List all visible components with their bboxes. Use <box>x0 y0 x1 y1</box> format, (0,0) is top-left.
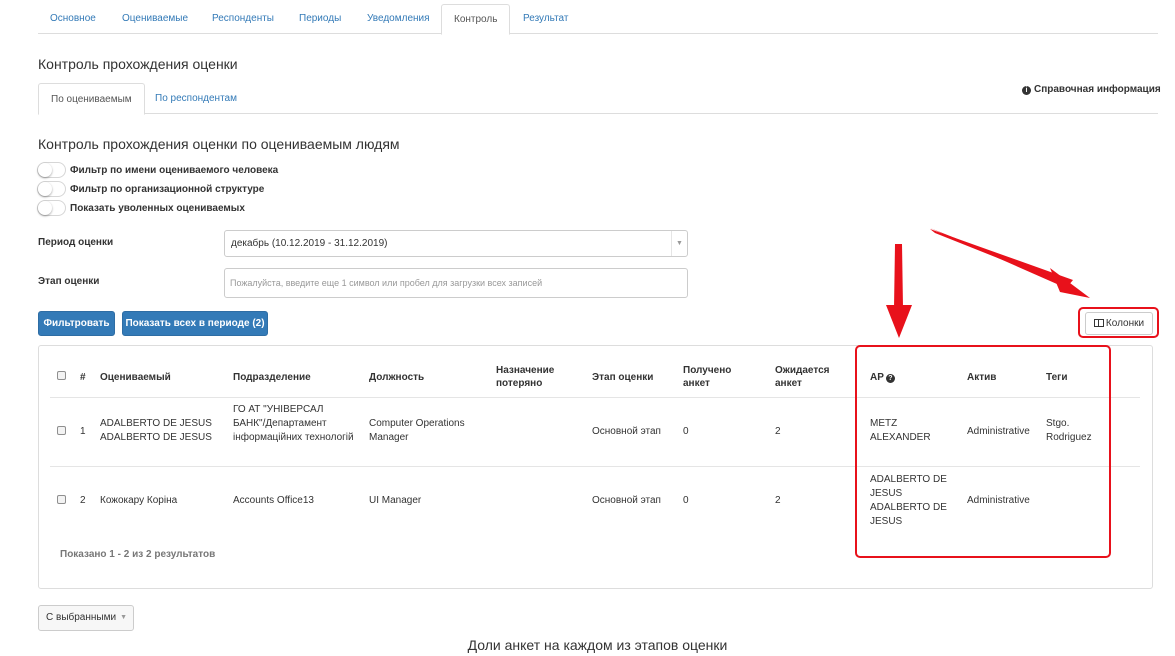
show-dismissed-label: Показать уволенных оцениваемых <box>70 202 245 214</box>
row-department: Accounts Office13 <box>233 495 314 506</box>
toggle-knob <box>38 182 52 196</box>
header-department[interactable]: Подразделение <box>233 371 311 384</box>
period-select-value: декабрь (10.12.2019 - 31.12.2019) <box>231 238 388 249</box>
header-stage[interactable]: Этап оценки <box>592 371 653 384</box>
subtab-by-respondents[interactable]: По респондентам <box>143 83 249 114</box>
toggle-row-org-filter: Фильтр по организационной структуре <box>37 181 264 197</box>
toggle-knob <box>38 163 52 177</box>
row-checkbox[interactable] <box>57 495 66 504</box>
toggle-knob <box>38 201 52 215</box>
reference-info-label: Справочная информация <box>1034 84 1161 95</box>
bulk-action-dropdown[interactable]: С выбранными ▼ <box>38 605 134 631</box>
period-label: Период оценки <box>38 237 114 248</box>
row-evaluated: Кожокару Коріна <box>100 495 178 506</box>
info-icon: i <box>1022 86 1031 95</box>
row-department: ГО АТ "УНІВЕРСАЛ БАНК"/Департамент інфор… <box>233 404 354 443</box>
toggle-row-dismissed: Показать уволенных оцениваемых <box>37 200 245 216</box>
toggle-row-name-filter: Фильтр по имени оцениваемого человека <box>37 162 278 178</box>
tab-respondents[interactable]: Респонденты <box>200 4 286 34</box>
name-filter-toggle[interactable] <box>37 162 66 178</box>
tab-periods[interactable]: Периоды <box>287 4 353 34</box>
period-select[interactable]: декабрь (10.12.2019 - 31.12.2019) ▼ <box>224 230 688 257</box>
tab-notifications[interactable]: Уведомления <box>355 4 442 34</box>
header-position[interactable]: Должность <box>369 371 424 384</box>
header-num: # <box>80 372 86 383</box>
tab-control[interactable]: Контроль <box>441 4 511 35</box>
row-stage: Основной этап <box>592 426 661 437</box>
chevron-down-icon: ▼ <box>671 231 687 256</box>
header-assignment-lost[interactable]: Назначение потеряно <box>496 364 576 390</box>
section-title: Контроль прохождения оценки <box>38 56 238 72</box>
sub-tabs: По оцениваемым По респондентам <box>38 83 1158 115</box>
row-expected: 2 <box>775 426 781 437</box>
columns-highlight-box <box>1078 307 1159 338</box>
arrow-to-columns-button <box>930 228 1090 298</box>
bulk-action-label: С выбранными <box>46 612 117 623</box>
new-columns-highlight-box <box>855 345 1111 558</box>
row-checkbox[interactable] <box>57 426 66 435</box>
bottom-heading: Доли анкет на каждом из этапов оценки <box>467 637 728 653</box>
row-position: UI Manager <box>369 495 422 506</box>
row-evaluated: ADALBERTO DE JESUS ADALBERTO DE JESUS <box>100 418 212 443</box>
row-num: 1 <box>80 426 86 437</box>
subtab-by-evaluated[interactable]: По оцениваемым <box>38 83 145 115</box>
org-structure-filter-label: Фильтр по организационной структуре <box>70 183 265 195</box>
org-structure-filter-toggle[interactable] <box>37 181 66 197</box>
arrow-to-ap-column <box>886 244 912 338</box>
name-filter-label: Фильтр по имени оцениваемого человека <box>70 164 279 176</box>
tab-result[interactable]: Результат <box>511 4 580 34</box>
filter-button[interactable]: Фильтровать <box>38 311 115 336</box>
subsection-title: Контроль прохождения оценки по оцениваем… <box>38 136 400 152</box>
show-all-in-period-button[interactable]: Показать всех в периоде (2) <box>122 311 268 336</box>
header-evaluated[interactable]: Оцениваемый <box>100 371 171 384</box>
header-received[interactable]: Получено анкет <box>683 364 749 390</box>
row-received: 0 <box>683 495 689 506</box>
reference-info-link[interactable]: i Справочная информация <box>1022 84 1161 95</box>
show-dismissed-toggle[interactable] <box>37 200 66 216</box>
chevron-down-icon: ▼ <box>120 614 127 621</box>
stage-label: Этап оценки <box>38 276 100 287</box>
row-num: 2 <box>80 495 86 506</box>
stage-input[interactable] <box>224 268 688 298</box>
tab-main[interactable]: Основное <box>38 4 108 34</box>
select-all-checkbox[interactable] <box>57 371 66 380</box>
row-stage: Основной этап <box>592 495 661 506</box>
row-received: 0 <box>683 426 689 437</box>
results-summary: Показано 1 - 2 из 2 результатов <box>60 549 216 560</box>
header-expected[interactable]: Ожидается анкет <box>775 364 841 390</box>
row-expected: 2 <box>775 495 781 506</box>
row-position: Computer Operations Manager <box>369 418 465 443</box>
tab-evaluated[interactable]: Оцениваемые <box>110 4 200 34</box>
top-tabs: Основное Оцениваемые Респонденты Периоды… <box>38 4 1158 35</box>
